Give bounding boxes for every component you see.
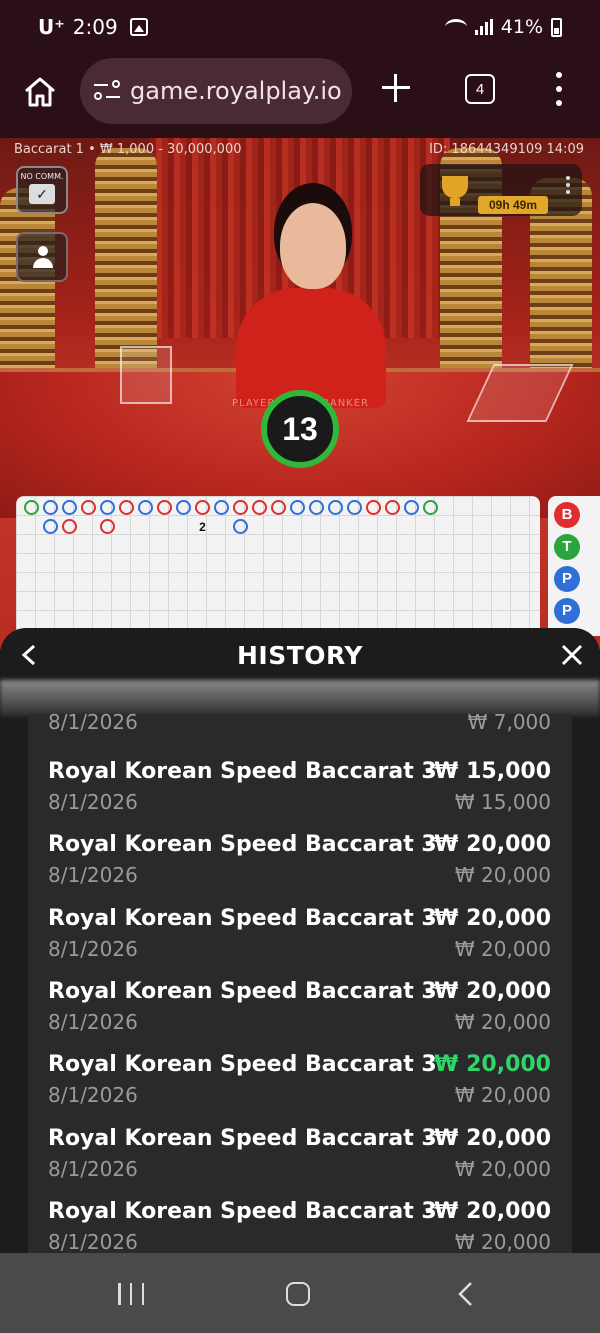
chevron-left-icon[interactable] [20,644,40,666]
bet-predictor-panel: B T P P [548,496,600,636]
recent-apps-icon[interactable] [118,1283,144,1305]
history-sheet: HISTORY 8/1/2026 ₩ 7,000 Royal Korean Sp… [0,628,600,1253]
history-row[interactable]: Royal Korean Speed Baccarat 3 -₩ 20,000 … [28,1194,572,1253]
history-game-name: Royal Korean Speed Baccarat 3 [48,979,437,1004]
history-title: HISTORY [236,640,364,670]
roadmap-row: 2 [22,517,250,536]
status-bar: U⁺ 2:09 41% [0,0,600,54]
round-id: ID: 18644349109 14:09 [429,142,584,157]
history-row[interactable]: Royal Korean Speed Baccarat 3 -₩ 20,000 … [28,974,572,1048]
history-date: 8/1/2026 [48,1157,138,1181]
history-game-name: Royal Korean Speed Baccarat 3 [48,1052,437,1077]
history-row[interactable]: Royal Korean Speed Baccarat 3 ₩ 20,000 8… [28,1047,572,1121]
history-amount: -₩ 20,000 [425,1126,551,1151]
dealer-head [280,203,346,289]
history-row[interactable]: Royal Korean Speed Baccarat 3 -₩ 15,000 … [28,754,572,828]
history-date: 8/1/2026 [48,863,138,887]
history-stake: ₩ 15,000 [454,790,551,814]
promo-timer: 09h 49m [478,196,548,214]
history-game-name: Royal Korean Speed Baccarat 3 [48,1126,437,1151]
tab-switcher-icon[interactable]: 4 [465,74,495,104]
site-settings-icon[interactable] [94,80,120,102]
system-nav-bar [0,1253,600,1333]
back-nav-icon[interactable] [456,1281,476,1307]
player-list-button[interactable] [16,232,68,282]
history-game-name: Royal Korean Speed Baccarat 3 [48,759,437,784]
roadmap-row [22,498,440,517]
card-shoe [120,346,172,404]
history-date: 8/1/2026 [48,1010,138,1034]
home-nav-icon[interactable] [286,1282,310,1306]
history-stake: ₩ 20,000 [454,1230,551,1253]
roadmap-marker: 2 [199,519,206,534]
history-row[interactable]: Royal Korean Speed Baccarat 3 -₩ 20,000 … [28,1121,572,1195]
history-date: 8/1/2026 [48,710,138,734]
player-predict-button[interactable]: P [554,566,580,592]
carrier-label: U⁺ [38,15,65,39]
history-game-name: Royal Korean Speed Baccarat 3 [48,1199,437,1224]
player-predict-button[interactable]: P [554,598,580,624]
wifi-icon [444,19,467,35]
check-icon: ✓ [29,184,55,204]
countdown-value: 13 [282,410,318,447]
history-stake: ₩ 20,000 [454,937,551,961]
history-date: 8/1/2026 [48,937,138,961]
person-icon [38,246,48,256]
banker-predict-button[interactable]: B [554,502,580,528]
close-icon[interactable] [560,643,584,667]
history-date: 8/1/2026 [48,790,138,814]
history-stake: ₩ 20,000 [454,1010,551,1034]
bead-roadmap[interactable]: 2 [16,496,540,636]
dealer [236,288,386,408]
no-commission-toggle[interactable]: NO COMM. ✓ [16,166,68,214]
tie-predict-button[interactable]: T [554,534,580,560]
history-game-name: Royal Korean Speed Baccarat 3 [48,832,437,857]
address-bar[interactable]: game.royalplay.io [80,58,352,124]
widget-menu-icon[interactable] [566,176,570,194]
history-amount: -₩ 20,000 [425,832,551,857]
history-date: 8/1/2026 [48,1230,138,1253]
history-amount: -₩ 20,000 [425,979,551,1004]
history-amount: -₩ 20,000 [425,906,551,931]
history-stake: ₩ 7,000 [467,710,551,734]
url-text: game.royalplay.io [130,77,342,105]
history-list[interactable]: 8/1/2026 ₩ 7,000 Royal Korean Speed Bacc… [28,710,572,1253]
image-icon [129,18,148,36]
history-row[interactable]: Royal Korean Speed Baccarat 3 -₩ 20,000 … [28,827,572,901]
table-limits: Baccarat 1 • ₩ 1,000 - 30,000,000 [14,142,242,157]
history-header: HISTORY [0,628,600,682]
history-row[interactable]: Royal Korean Speed Baccarat 3 -₩ 20,000 … [28,901,572,975]
clock: 2:09 [72,15,118,39]
live-game-view: PLAYER BANKER Baccarat 1 • ₩ 1,000 - 30,… [0,138,600,650]
no-comm-label: NO COMM. [20,172,64,181]
history-date: 8/1/2026 [48,1083,138,1107]
promo-widget[interactable]: 09h 49m [420,164,582,216]
signal-icon [474,19,493,35]
browser-toolbar: game.royalplay.io 4 [0,54,600,138]
history-game-name: Royal Korean Speed Baccarat 3 [48,906,437,931]
battery-percent: 41% [500,16,543,38]
more-menu-icon[interactable] [552,72,566,106]
tab-count: 4 [475,80,485,98]
home-icon[interactable] [22,74,58,110]
history-stake: ₩ 20,000 [454,1157,551,1181]
history-amount: ₩ 20,000 [434,1052,551,1077]
history-amount: -₩ 15,000 [425,759,551,784]
trophy-icon [442,176,468,206]
new-tab-icon[interactable] [380,72,412,104]
history-stake: ₩ 20,000 [454,1083,551,1107]
bet-countdown: 13 [261,390,339,468]
history-amount: -₩ 20,000 [425,1199,551,1224]
battery-icon [551,17,562,37]
history-stake: ₩ 20,000 [454,863,551,887]
